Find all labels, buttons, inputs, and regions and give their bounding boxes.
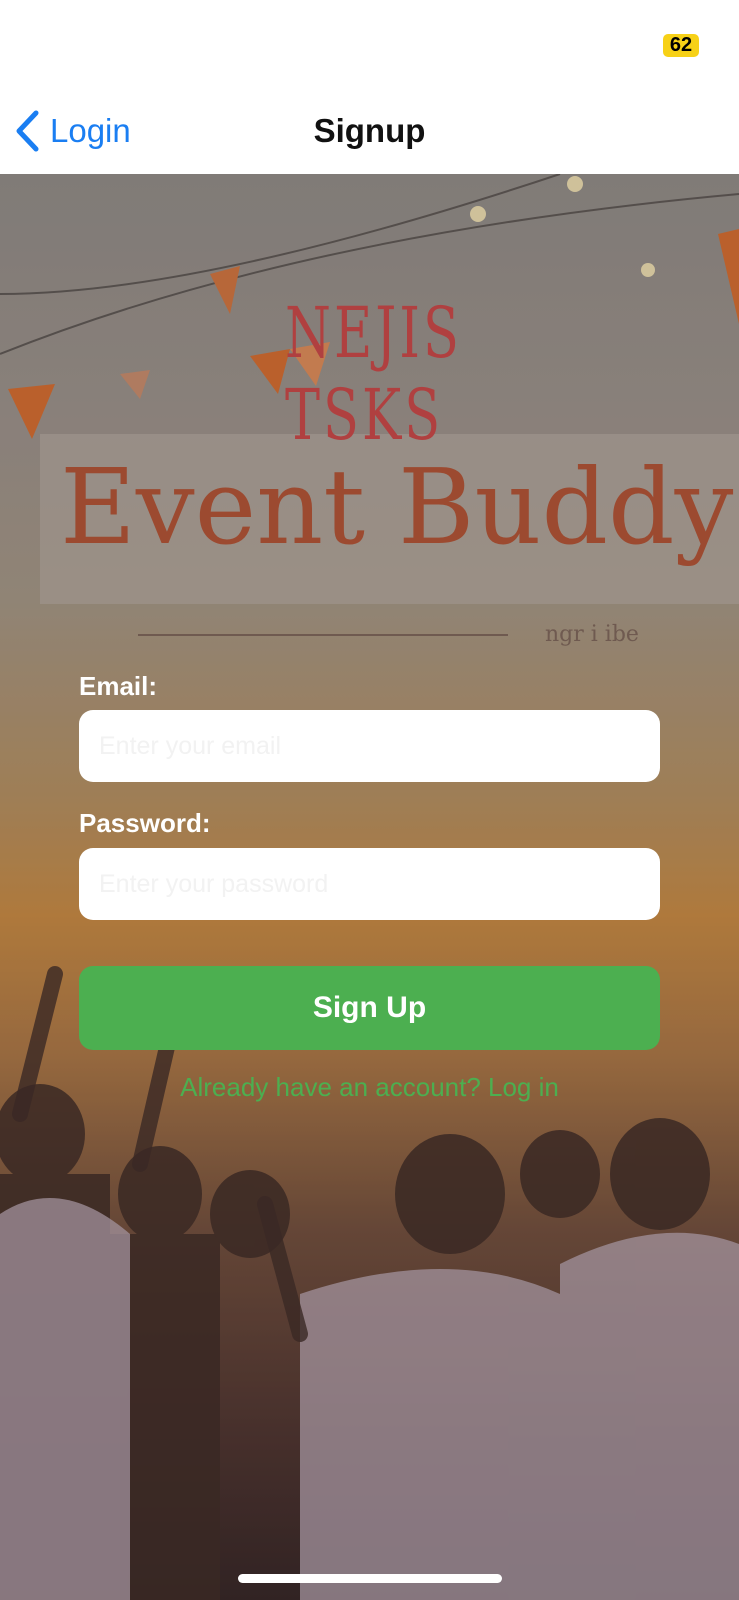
sign-top-text: NEJIS TSKS [285, 292, 463, 456]
sign-divider [138, 634, 508, 636]
sign-main-text: Event Buddy [60, 446, 734, 568]
sign-up-button[interactable]: Sign Up [79, 966, 660, 1050]
signup-screen: 62 Login Signup NEJIS TSKS Event Buddy n… [0, 0, 739, 1600]
email-field[interactable] [79, 710, 660, 782]
home-indicator [238, 1574, 502, 1583]
password-field[interactable] [79, 848, 660, 920]
login-link[interactable]: Already have an account? Log in [0, 1072, 739, 1103]
navigation-bar: Login Signup [0, 88, 739, 175]
battery-indicator: 62 [663, 34, 699, 57]
page-title: Signup [313, 112, 426, 149]
status-bar: 62 [0, 0, 739, 88]
password-label: Password: [79, 808, 211, 838]
email-label: Email: [79, 671, 158, 701]
sign-tagline: ngr i ibe [545, 622, 639, 647]
